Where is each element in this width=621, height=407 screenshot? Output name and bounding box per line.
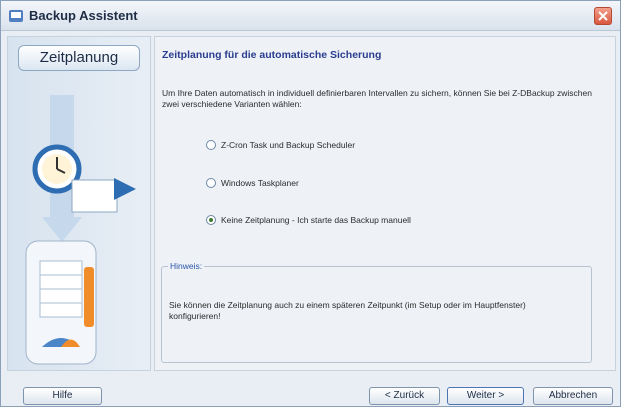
main-content: Zeitplanung für die automatische Sicheru… <box>154 36 616 371</box>
close-icon <box>598 11 608 21</box>
wizard-sidebar: Zeitplanung <box>7 36 151 371</box>
radio-windows-taskplaner[interactable] <box>206 178 216 188</box>
backup-assistant-window: Backup Assistent Zeitplanung Zeitplanung… <box>0 0 621 407</box>
title-bar: Backup Assistent <box>1 1 620 31</box>
hint-groupbox: Hinweis: Sie können die Zeitplanung auch… <box>161 261 592 363</box>
back-button[interactable]: < Zurück <box>369 387 440 405</box>
schedule-illustration <box>25 95 136 365</box>
option-keine-zeitplanung[interactable]: Keine Zeitplanung - Ich starte das Backu… <box>206 213 411 227</box>
option-label: Z-Cron Task und Backup Scheduler <box>221 140 356 150</box>
option-label: Windows Taskplaner <box>221 178 299 188</box>
next-button[interactable]: Weiter > <box>447 387 524 405</box>
hint-legend: Hinweis: <box>168 261 205 271</box>
step-tab-zeitplanung: Zeitplanung <box>18 45 140 71</box>
section-heading: Zeitplanung für die automatische Sicheru… <box>162 49 382 61</box>
option-windows-taskplaner[interactable]: Windows Taskplaner <box>206 176 299 190</box>
radio-zcron[interactable] <box>206 140 216 150</box>
close-button[interactable] <box>594 7 612 25</box>
window-title: Backup Assistent <box>29 8 138 23</box>
app-icon <box>9 10 23 22</box>
option-zcron[interactable]: Z-Cron Task und Backup Scheduler <box>206 138 355 152</box>
radio-keine-zeitplanung[interactable] <box>206 215 216 225</box>
description-text: Um Ihre Daten automatisch in individuell… <box>162 88 592 109</box>
option-label: Keine Zeitplanung - Ich starte das Backu… <box>221 215 411 225</box>
cancel-button[interactable]: Abbrechen <box>533 387 613 405</box>
help-button[interactable]: Hilfe <box>23 387 102 405</box>
hint-text: Sie können die Zeitplanung auch zu einem… <box>169 300 526 321</box>
